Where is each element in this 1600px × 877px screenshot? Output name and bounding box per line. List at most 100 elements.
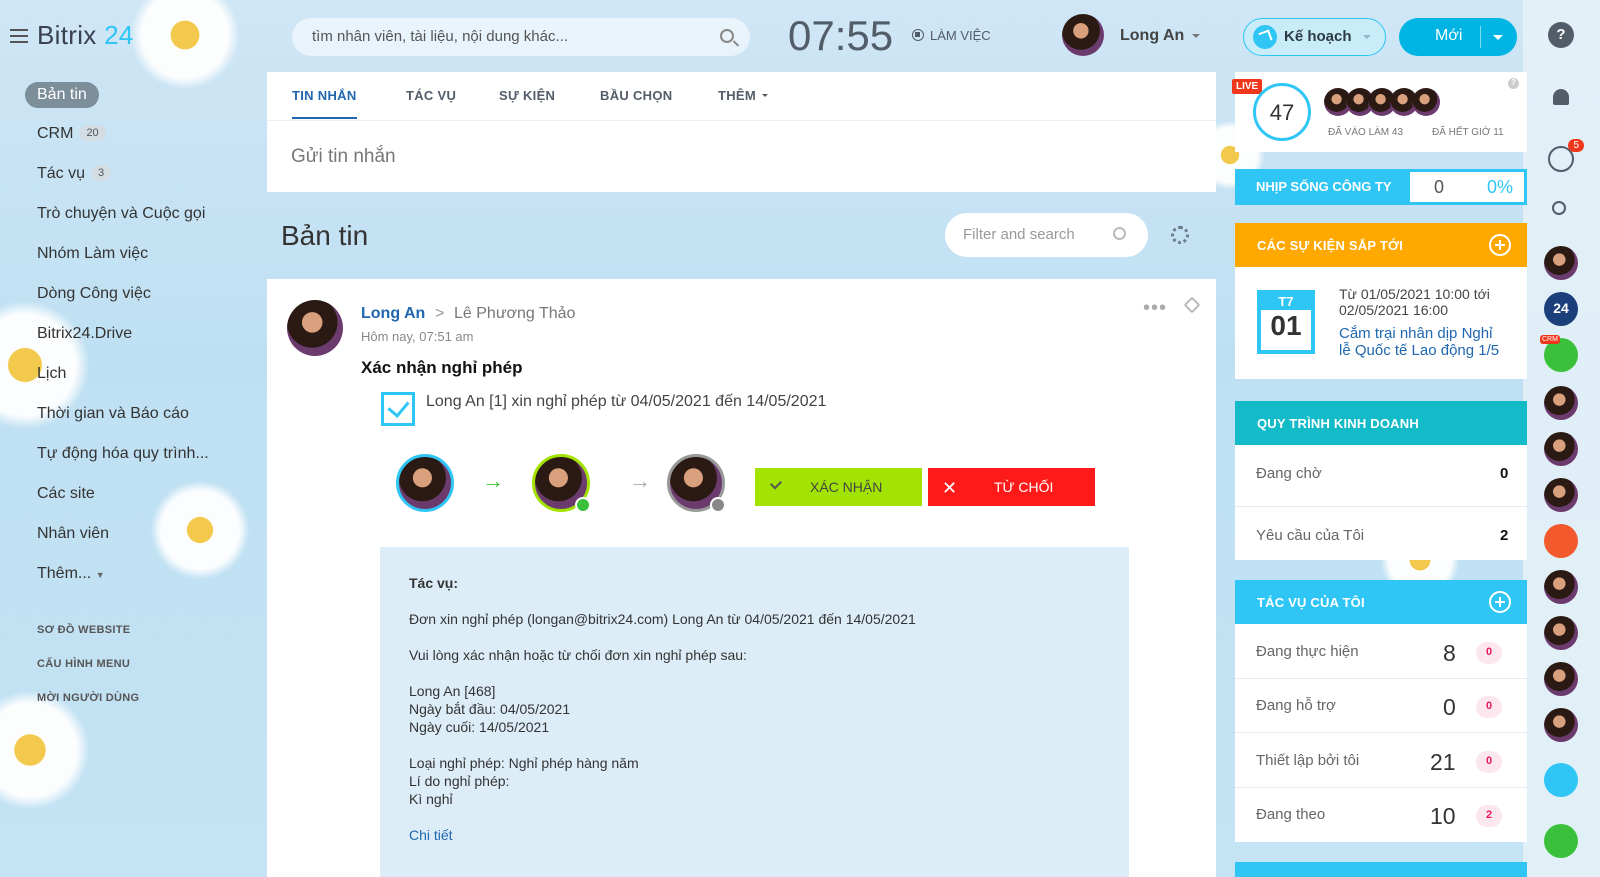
task-row-badge[interactable]: 0 <box>1476 696 1502 718</box>
contact-avatar[interactable] <box>1544 386 1578 420</box>
menu-config-link[interactable]: CẤU HÌNH MENU <box>37 658 130 670</box>
help-icon[interactable]: ? <box>1548 22 1574 48</box>
sidebar-item-news[interactable]: Bản tin <box>25 82 99 108</box>
task-row-value[interactable]: 10 <box>1430 803 1456 830</box>
details-line: Kì nghỉ <box>409 791 453 807</box>
filter-input[interactable]: Filter and search <box>945 213 1148 257</box>
pulse-value: 0 <box>1434 177 1445 197</box>
user-avatar[interactable] <box>1412 88 1440 116</box>
phone-icon[interactable] <box>1544 824 1578 858</box>
sidebar-item-label: Thêm... <box>37 565 92 582</box>
approve-label: XÁC NHẬN <box>810 479 883 495</box>
contact-avatar[interactable] <box>1544 432 1578 466</box>
chevron-down-icon: ▼ <box>95 570 105 580</box>
sidebar-item-employees[interactable]: Nhân viên <box>37 525 109 543</box>
sidebar-item-label: Tự động hóa quy trình... <box>37 445 209 462</box>
search-icon[interactable] <box>1113 227 1126 240</box>
sitemap-link[interactable]: SƠ ĐỒ WEBSITE <box>37 624 130 636</box>
task-row-label[interactable]: Đang thực hiện <box>1256 643 1359 660</box>
sidebar-item-time-reports[interactable]: Thời gian và Báo cáo <box>37 405 189 423</box>
events-header[interactable]: CÁC SỰ KIỆN SẮP TỚI <box>1235 223 1527 267</box>
pulse-percent: 0% <box>1487 177 1514 197</box>
event-link[interactable]: Cắm trại nhân dịp Nghỉ lễ Quốc tế Lao độn… <box>1339 325 1499 359</box>
task-row-value[interactable]: 8 <box>1443 640 1456 667</box>
tab-message[interactable]: TIN NHẮN <box>292 88 357 119</box>
bitrix24-icon[interactable]: 24 <box>1544 292 1578 326</box>
search-input[interactable]: tìm nhân viên, tài liệu, nội dung khác..… <box>292 18 750 56</box>
help-icon[interactable]: ? <box>1508 78 1519 89</box>
search-icon[interactable] <box>1548 198 1574 224</box>
pending-avatar[interactable] <box>667 454 726 513</box>
post-time[interactable]: Hôm nay, 07:51 am <box>361 329 473 344</box>
plan-button[interactable]: Kế hoạch <box>1243 18 1386 56</box>
sidebar-item-label: Tác vụ <box>37 165 86 182</box>
task-row-badge[interactable]: 0 <box>1476 642 1502 664</box>
requester-avatar[interactable] <box>396 454 454 512</box>
tasks-title: TÁC VỤ CỦA TÔI <box>1257 595 1365 610</box>
sidebar-item-crm[interactable]: CRM 20 <box>37 125 106 143</box>
chat-icon[interactable]: 5 <box>1548 139 1584 172</box>
search-icon[interactable] <box>720 29 734 43</box>
message-input[interactable]: Gửi tin nhắn <box>291 146 396 168</box>
add-icon[interactable] <box>1489 234 1511 256</box>
add-icon[interactable] <box>1489 591 1511 613</box>
more-icon[interactable]: ••• <box>1143 297 1167 320</box>
checked-in-text: ĐÃ VÀO LÀM <box>1328 127 1390 138</box>
tasks-header[interactable]: TÁC VỤ CỦA TÔI <box>1235 580 1527 624</box>
megaphone-icon[interactable] <box>1544 524 1578 558</box>
approver-avatar[interactable] <box>532 454 591 513</box>
sidebar-item-automation[interactable]: Tự động hóa quy trình... <box>37 445 209 463</box>
process-row-label[interactable]: Yêu cầu của Tôi <box>1256 527 1364 544</box>
clock[interactable]: 07:55 <box>788 12 893 60</box>
details-line: Ngày cuối: 14/05/2021 <box>409 719 550 735</box>
sidebar-item-drive[interactable]: Bitrix24.Drive <box>37 325 132 343</box>
crm-icon[interactable]: CRM <box>1540 335 1578 372</box>
tab-more[interactable]: THÊM <box>718 88 768 103</box>
gear-icon[interactable] <box>1171 226 1189 244</box>
contact-avatar[interactable] <box>1544 478 1578 512</box>
process-header[interactable]: QUY TRÌNH KINH DOANH <box>1235 401 1527 445</box>
menu-icon[interactable] <box>10 29 28 43</box>
work-status[interactable]: LÀM VIỆC <box>912 28 991 43</box>
stop-icon <box>912 29 924 41</box>
live-counter[interactable]: 47 <box>1253 83 1311 141</box>
author-name[interactable]: Long An <box>361 305 425 323</box>
divider <box>1235 787 1527 788</box>
reject-button[interactable]: ✕ TỪ CHỐI <box>928 468 1095 506</box>
sidebar-item-tasks[interactable]: Tác vụ 3 <box>37 165 112 183</box>
new-button[interactable]: Mới <box>1399 18 1517 56</box>
sidebar-item-chat[interactable]: Trò chuyện và Cuộc gọi <box>37 205 205 223</box>
sidebar-item-sites[interactable]: Các site <box>37 485 95 503</box>
sidebar-item-calendar[interactable]: Lịch <box>37 365 66 383</box>
tab-poll[interactable]: BẦU CHỌN <box>600 88 672 103</box>
sidebar-item-more[interactable]: Thêm... ▼ <box>37 565 105 583</box>
sidebar-item-workflows[interactable]: Dòng Công việc <box>37 285 151 303</box>
details-line: Long An [468] <box>409 683 496 699</box>
contact-avatar[interactable] <box>1544 570 1578 604</box>
task-row-label[interactable]: Thiết lập bởi tôi <box>1256 752 1359 769</box>
logo[interactable]: Bitrix 24 <box>37 20 134 51</box>
user-menu[interactable]: Long An <box>1120 27 1200 45</box>
contact-avatar[interactable] <box>1544 616 1578 650</box>
mobile-icon[interactable] <box>1544 763 1578 797</box>
invite-users-link[interactable]: MỜI NGƯỜI DÙNG <box>37 692 139 704</box>
task-row-label[interactable]: Đang theo <box>1256 806 1325 823</box>
task-row-label[interactable]: Đang hỗ trợ <box>1256 697 1336 714</box>
process-row-label[interactable]: Đang chờ <box>1256 465 1322 482</box>
recipient-name[interactable]: Lê Phương Thảo <box>454 305 575 323</box>
task-row-value[interactable]: 0 <box>1443 694 1456 721</box>
task-row-badge[interactable]: 2 <box>1476 805 1502 827</box>
contact-avatar[interactable] <box>1544 246 1578 280</box>
tab-event[interactable]: SỰ KIỆN <box>499 88 555 103</box>
author-avatar[interactable] <box>287 300 343 356</box>
avatar[interactable] <box>1062 14 1104 56</box>
contact-avatar[interactable] <box>1544 662 1578 696</box>
sidebar-item-workgroups[interactable]: Nhóm Làm việc <box>37 245 148 263</box>
bell-icon[interactable] <box>1548 86 1574 112</box>
task-row-badge[interactable]: 0 <box>1476 751 1502 773</box>
details-link[interactable]: Chi tiết <box>409 827 453 843</box>
tab-task[interactable]: TÁC VỤ <box>406 88 456 103</box>
task-row-value[interactable]: 21 <box>1430 749 1456 776</box>
contact-avatar[interactable] <box>1544 708 1578 742</box>
approve-button[interactable]: XÁC NHẬN <box>755 468 922 506</box>
